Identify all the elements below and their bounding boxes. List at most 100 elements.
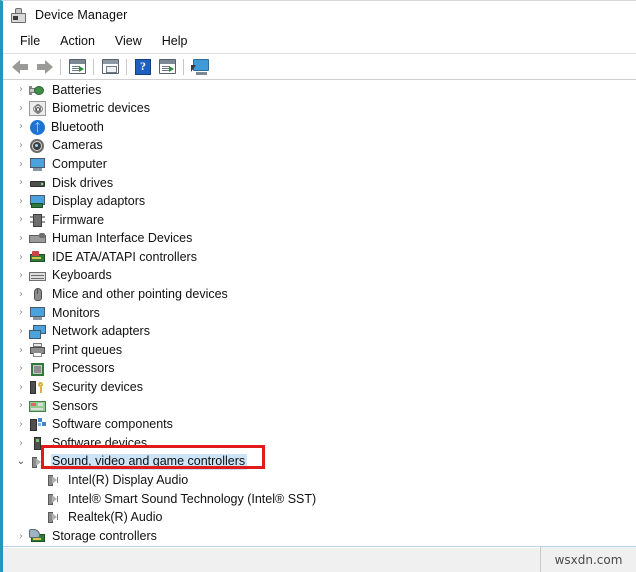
back-button[interactable] [8, 56, 32, 78]
chevron-right-icon[interactable]: › [13, 345, 29, 356]
chevron-right-icon[interactable]: › [13, 178, 29, 188]
chevron-right-icon[interactable]: › [13, 327, 29, 337]
tree-item-label: Security devices [52, 380, 144, 395]
tree-item-mice-and-other-pointing-devices[interactable]: › Mice and other pointing devices [3, 286, 636, 305]
watermark-label: wsxdn.com [540, 547, 636, 572]
tree-item-label: Sound, video and game controllers [51, 454, 248, 470]
ide-controller-icon [29, 250, 46, 265]
fingerprint-icon [29, 101, 46, 117]
chevron-right-icon[interactable]: › [13, 159, 29, 170]
chevron-right-icon[interactable]: › [13, 382, 29, 393]
bluetooth-icon: ᛏ [30, 119, 45, 135]
computer-icon [29, 157, 46, 172]
processor-icon [29, 362, 46, 377]
tree-item-storage-controllers[interactable]: › Storage controllers [3, 527, 636, 544]
tree-item-processors[interactable]: › Processors [3, 360, 636, 379]
tree-item-label: Intel(R) Display Audio [68, 473, 189, 488]
device-manager-icon [10, 7, 27, 24]
chevron-right-icon[interactable]: › [13, 215, 29, 225]
menu-item-action[interactable]: Action [50, 32, 105, 51]
tree-item-software-devices[interactable]: › Software devices [3, 434, 636, 453]
camera-icon [29, 138, 46, 154]
scan-hardware-changes-button[interactable] [188, 56, 212, 78]
chevron-right-icon[interactable]: › [13, 289, 29, 300]
toolbar-separator [183, 58, 184, 75]
tree-item-label: Network adapters [52, 324, 150, 339]
tree-item-label: Storage controllers [52, 528, 157, 543]
network-adapter-icon [29, 324, 46, 340]
toolbar: ? [3, 54, 636, 80]
tree-item-security-devices[interactable]: › Security devices [3, 379, 636, 398]
chevron-right-icon[interactable]: › [13, 401, 29, 411]
tree-item-human-interface-devices[interactable]: › Human Interface Devices [3, 230, 636, 249]
properties-button[interactable] [98, 56, 122, 78]
tree-item-keyboards[interactable]: › Keyboards [3, 267, 636, 286]
scan-monitor-icon [190, 58, 210, 75]
sound-controller-icon [29, 455, 46, 470]
chevron-right-icon[interactable]: › [13, 308, 29, 318]
menu-item-file[interactable]: File [10, 32, 50, 51]
tree-item-label: Monitors [52, 305, 100, 320]
security-device-icon [29, 380, 46, 395]
chevron-right-icon[interactable]: › [13, 234, 29, 244]
tree-item-batteries[interactable]: › Batteries [3, 81, 636, 100]
tree-item-label: Keyboards [52, 268, 112, 283]
printer-icon [29, 343, 46, 358]
tree-item-label: Biometric devices [52, 101, 150, 116]
device-tree[interactable]: › Batteries › Biometric devices › ᛏ Blue… [3, 81, 636, 544]
tree-item-label: Cameras [52, 138, 103, 153]
help-button[interactable]: ? [131, 56, 155, 78]
tree-item-intel-smart-sound-technology[interactable]: Intel® Smart Sound Technology (Intel® SS… [3, 490, 636, 509]
tree-item-label: Processors [52, 361, 115, 376]
chevron-down-icon[interactable]: ⌄ [13, 457, 29, 467]
tree-item-monitors[interactable]: › Monitors [3, 304, 636, 323]
tree-item-software-components[interactable]: › Software components [3, 416, 636, 435]
chevron-right-icon[interactable]: › [13, 364, 29, 374]
firmware-chip-icon [29, 213, 46, 228]
statusbar: wsxdn.com [3, 546, 636, 572]
software-device-icon [29, 436, 46, 451]
update-driver-button[interactable] [155, 56, 179, 78]
chevron-right-icon[interactable]: › [13, 85, 29, 95]
tree-item-firmware[interactable]: › Firmware [3, 211, 636, 230]
tree-item-realtek-audio[interactable]: Realtek(R) Audio [3, 509, 636, 528]
tree-item-ide-ata-atapi-controllers[interactable]: › IDE ATA/ATAPI controllers [3, 248, 636, 267]
tree-item-label: Print queues [52, 342, 123, 357]
menu-item-help[interactable]: Help [152, 32, 198, 51]
chevron-right-icon[interactable]: › [13, 103, 29, 114]
show-hide-console-tree-button[interactable] [65, 56, 89, 78]
tree-item-sensors[interactable]: › Sensors [3, 397, 636, 416]
tree-item-label: Software components [52, 417, 173, 432]
chevron-right-icon[interactable]: › [13, 438, 29, 449]
tree-item-display-adaptors[interactable]: › Display adaptors [3, 193, 636, 212]
tree-item-computer[interactable]: › Computer [3, 155, 636, 174]
tree-item-label: Human Interface Devices [52, 231, 193, 246]
console-tree-icon [68, 59, 86, 74]
chevron-right-icon[interactable]: › [13, 531, 29, 542]
tree-item-label: Bluetooth [51, 119, 104, 134]
chevron-right-icon[interactable]: › [13, 271, 29, 281]
chevron-right-icon[interactable]: › [13, 141, 29, 151]
tree-item-print-queues[interactable]: › Print queues [3, 341, 636, 360]
tree-item-biometric-devices[interactable]: › Biometric devices [3, 100, 636, 119]
tree-item-sound-video-and-game-controllers[interactable]: ⌄ Sound, video and game controllers [3, 453, 636, 472]
chevron-right-icon[interactable]: › [13, 419, 29, 430]
tree-item-intel-display-audio[interactable]: Intel(R) Display Audio [3, 471, 636, 490]
chevron-right-icon[interactable]: › [13, 252, 29, 263]
arrow-left-icon [11, 59, 29, 74]
help-question-icon: ? [135, 58, 151, 75]
menu-item-view[interactable]: View [105, 32, 152, 51]
display-adapter-icon [29, 194, 46, 209]
human-interface-icon [29, 232, 46, 247]
toolbar-separator [93, 58, 94, 75]
tree-item-cameras[interactable]: › Cameras [3, 137, 636, 156]
forward-button[interactable] [32, 56, 56, 78]
storage-controller-icon [29, 529, 46, 544]
tree-item-bluetooth[interactable]: › ᛏ Bluetooth [3, 118, 636, 137]
chevron-right-icon[interactable]: › [13, 196, 29, 207]
tree-item-label: Software devices [52, 435, 148, 450]
tree-item-network-adapters[interactable]: › Network adapters [3, 323, 636, 342]
tree-item-disk-drives[interactable]: › Disk drives [3, 174, 636, 193]
chevron-right-icon[interactable]: › [13, 122, 29, 132]
mouse-icon [29, 287, 46, 302]
